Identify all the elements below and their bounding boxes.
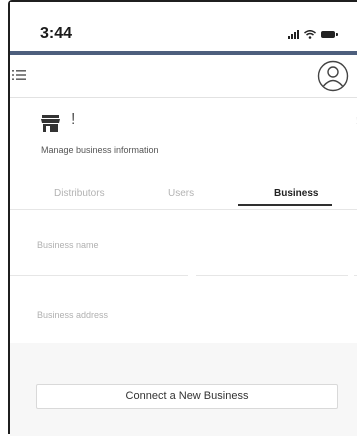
store-icon xyxy=(41,115,60,132)
status-time: 3:44 xyxy=(40,25,73,42)
business-card: ! ! Manage business information Distribu… xyxy=(10,98,357,343)
user-circle-icon[interactable] xyxy=(317,60,349,92)
tab-distributors[interactable]: Distributors xyxy=(54,188,105,199)
active-tab-indicator xyxy=(238,204,332,206)
signal-icon xyxy=(288,29,299,39)
business-address-field[interactable]: Business address xyxy=(37,310,108,320)
business-name-field[interactable]: Business name xyxy=(37,240,99,250)
battery-icon xyxy=(321,30,338,38)
page-subtitle: Manage business information xyxy=(41,145,159,155)
page-content: ! ! Manage business information Distribu… xyxy=(10,98,357,436)
menu-icon[interactable] xyxy=(12,69,26,81)
connect-new-business-button[interactable]: Connect a New Business xyxy=(36,384,338,409)
status-icons xyxy=(288,29,338,39)
field-divider xyxy=(10,275,188,276)
tab-business[interactable]: Business xyxy=(274,188,318,199)
app-header xyxy=(10,55,357,98)
tabs-divider xyxy=(10,209,357,210)
tab-users[interactable]: Users xyxy=(168,188,194,199)
status-bar: 3:44 xyxy=(10,2,357,50)
wifi-icon xyxy=(304,29,316,39)
business-title: ! xyxy=(71,111,76,128)
field-divider xyxy=(196,275,348,276)
phone-frame: 3:44 ! Manage business information Distr… xyxy=(8,0,357,436)
